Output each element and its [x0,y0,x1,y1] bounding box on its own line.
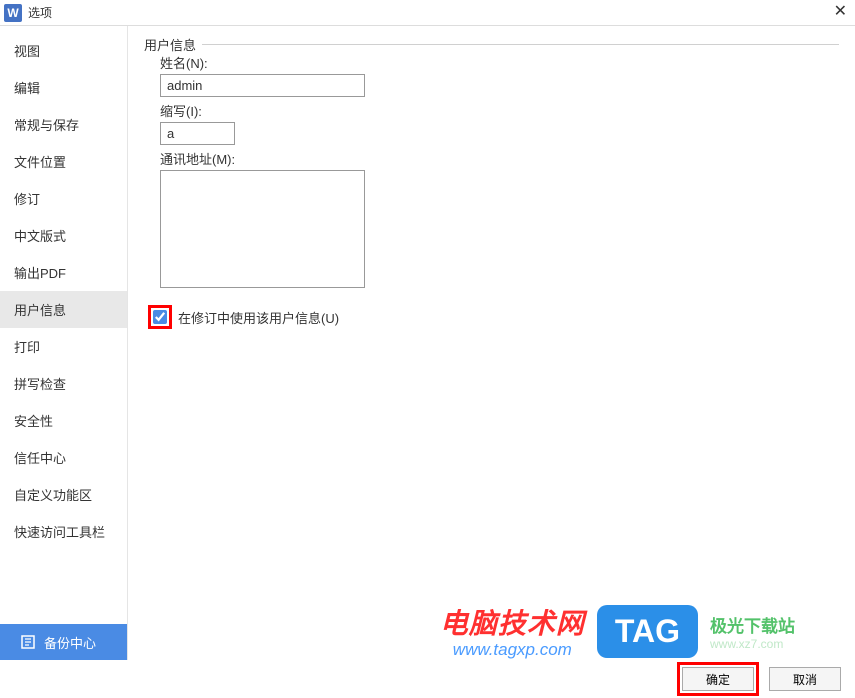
initials-input[interactable] [160,122,235,145]
sidebar-item-file-location[interactable]: 文件位置 [0,143,127,180]
initials-label: 缩写(I): [160,101,839,120]
name-input[interactable] [160,74,365,97]
watermark-tagxp-title: 电脑技术网 [440,602,585,642]
sidebar-item-customize-ribbon[interactable]: 自定义功能区 [0,476,127,513]
checkbox-highlight [148,305,172,329]
name-label: 姓名(N): [160,53,839,72]
backup-icon [20,634,36,650]
sidebar-item-general-save[interactable]: 常规与保存 [0,106,127,143]
content-panel: 用户信息 姓名(N): 缩写(I): 通讯地址(M): 在修订中使用该用户信息(… [128,26,855,660]
sidebar-item-user-info[interactable]: 用户信息 [0,291,127,328]
watermark-xz7-title: 极光下载站 [710,612,795,637]
watermark-xz7: 极光下载站 www.xz7.com [710,612,795,651]
sidebar-item-chinese-layout[interactable]: 中文版式 [0,217,127,254]
sidebar-item-quick-access[interactable]: 快速访问工具栏 [0,513,127,550]
main-area: 视图 编辑 常规与保存 文件位置 修订 中文版式 输出PDF 用户信息 打印 拼… [0,26,855,660]
checkbox-row: 在修订中使用该用户信息(U) [148,305,839,329]
cancel-button[interactable]: 取消 [769,667,841,691]
window-title: 选项 [28,4,52,21]
watermark-tagxp: 电脑技术网 www.tagxp.com [440,602,585,660]
user-info-group: 用户信息 姓名(N): 缩写(I): 通讯地址(M): 在修订中使用该用户信息(… [144,44,839,329]
sidebar-item-view[interactable]: 视图 [0,32,127,69]
initials-row: 缩写(I): [160,101,839,145]
address-textarea[interactable] [160,170,365,288]
watermark-area: 电脑技术网 www.tagxp.com TAG 极光下载站 www.xz7.co… [440,602,795,660]
group-title: 用户信息 [144,35,202,54]
sidebar-item-trust-center[interactable]: 信任中心 [0,439,127,476]
sidebar: 视图 编辑 常规与保存 文件位置 修订 中文版式 输出PDF 用户信息 打印 拼… [0,26,128,660]
use-in-revision-checkbox[interactable] [153,310,167,324]
use-in-revision-label: 在修订中使用该用户信息(U) [178,308,339,327]
app-icon: W [4,4,22,22]
watermark-tag-badge: TAG [597,605,698,658]
watermark-tagxp-url: www.tagxp.com [440,640,585,660]
sidebar-item-spell-check[interactable]: 拼写检查 [0,365,127,402]
sidebar-item-output-pdf[interactable]: 输出PDF [0,254,127,291]
sidebar-item-revision[interactable]: 修订 [0,180,127,217]
address-row: 通讯地址(M): [160,149,839,293]
address-label: 通讯地址(M): [160,149,839,168]
sidebar-item-security[interactable]: 安全性 [0,402,127,439]
sidebar-item-print[interactable]: 打印 [0,328,127,365]
backup-center-button[interactable]: 备份中心 [0,624,127,660]
ok-button[interactable]: 确定 [682,667,754,691]
backup-center-label: 备份中心 [44,633,96,652]
titlebar: W 选项 ✕ [0,0,855,26]
ok-highlight: 确定 [677,662,759,696]
sidebar-item-edit[interactable]: 编辑 [0,69,127,106]
name-row: 姓名(N): [160,53,839,97]
footer: 确定 取消 [0,660,855,698]
watermark-xz7-url: www.xz7.com [710,637,795,651]
close-icon[interactable]: ✕ [834,4,847,20]
